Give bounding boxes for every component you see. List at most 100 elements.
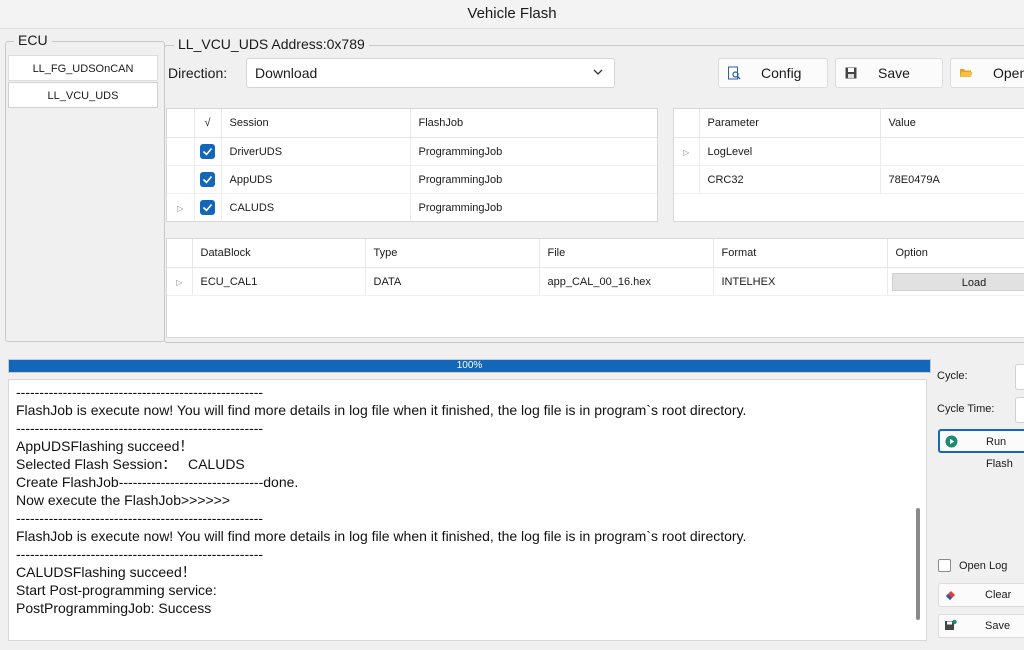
- checkbox-checked-icon: [200, 172, 215, 187]
- row-gutter[interactable]: ▷: [167, 267, 193, 296]
- direction-value: Download: [255, 65, 318, 81]
- file-column-header[interactable]: File: [539, 239, 714, 268]
- parameter-cell: LogLevel: [699, 137, 881, 166]
- check-column-header: √: [194, 109, 222, 138]
- config-label: Config: [761, 65, 802, 81]
- ecu-item-ll-vcu-uds[interactable]: LL_VCU_UDS: [8, 82, 158, 108]
- type-cell: DATA: [365, 267, 540, 296]
- session-checkbox[interactable]: [194, 137, 222, 166]
- value-column-header[interactable]: Value: [880, 109, 1024, 138]
- clear-label: Clear: [985, 589, 1012, 601]
- clear-button[interactable]: Clear: [938, 583, 1024, 607]
- datablock-column-header[interactable]: DataBlock: [192, 239, 366, 268]
- option-column-header[interactable]: Option: [887, 239, 1024, 268]
- table-row[interactable]: ▷ ECU_CAL1 DATA app_CAL_00_16.hex INTELH…: [167, 267, 1024, 296]
- log-line: Now execute the FlashJob>>>>>>: [16, 492, 231, 508]
- log-line: Create FlashJob-------------------------…: [16, 474, 299, 490]
- log-line: ----------------------------------------…: [16, 510, 264, 526]
- flashjob-cell: ProgrammingJob: [410, 137, 657, 166]
- datablock-table-header: DataBlock Type File Format Option: [167, 239, 1024, 268]
- cycle-time-input[interactable]: [1015, 397, 1024, 423]
- cycle-label: Cycle:: [937, 370, 968, 382]
- value-cell[interactable]: [880, 137, 1024, 166]
- table-row[interactable]: DriverUDS ProgrammingJob: [167, 137, 657, 166]
- row-gutter[interactable]: ▷: [167, 193, 195, 221]
- checkbox-checked-icon: [200, 144, 215, 159]
- log-line: FlashJob is execute now! You will find m…: [16, 402, 747, 418]
- value-cell[interactable]: 78E0479A: [880, 165, 1024, 194]
- session-cell: AppUDS: [221, 165, 411, 194]
- config-button[interactable]: Config: [718, 58, 828, 88]
- window-title: Vehicle Flash: [467, 5, 557, 22]
- log-line: ----------------------------------------…: [16, 384, 264, 400]
- save-log-button[interactable]: Save: [938, 614, 1024, 638]
- format-column-header[interactable]: Format: [713, 239, 888, 268]
- flashjob-cell: ProgrammingJob: [410, 193, 657, 221]
- run-flash-button[interactable]: Run Flash: [938, 429, 1024, 470]
- run-flash-label: Run Flash: [986, 436, 1013, 470]
- window-title-bar: Vehicle Flash: [0, 0, 1024, 29]
- row-gutter-header: [167, 239, 193, 268]
- save-icon: [845, 67, 857, 79]
- option-cell: Load: [887, 267, 1024, 296]
- datablock-table: DataBlock Type File Format Option ▷ ECU_…: [166, 238, 1024, 338]
- datablock-cell: ECU_CAL1: [192, 267, 366, 296]
- direction-select[interactable]: Download: [246, 58, 615, 88]
- ecu-group-title: ECU: [14, 32, 52, 48]
- log-line: PostProgrammingJob: Success: [16, 600, 212, 616]
- table-row[interactable]: ▷ CALUDS ProgrammingJob: [167, 193, 657, 221]
- ecu-item-ll-fg-udsoncan[interactable]: LL_FG_UDSOnCAN: [8, 55, 158, 81]
- flash-progress-bar: 100%: [8, 359, 931, 373]
- log-output[interactable]: ----------------------------------------…: [8, 379, 927, 641]
- session-checkbox[interactable]: [194, 165, 222, 194]
- save-log-label: Save: [985, 620, 1011, 632]
- expand-arrow-icon[interactable]: ▷: [176, 278, 182, 287]
- ecu-item-label: LL_VCU_UDS: [47, 90, 119, 102]
- folder-open-icon: [960, 69, 973, 77]
- play-icon: [945, 435, 958, 448]
- log-line: ----------------------------------------…: [16, 420, 264, 436]
- session-cell: CALUDS: [221, 193, 411, 221]
- chevron-down-icon: [593, 69, 603, 75]
- row-gutter: [167, 137, 195, 166]
- cycle-time-label: Cycle Time:: [937, 403, 995, 415]
- flashjob-cell: ProgrammingJob: [410, 165, 657, 194]
- ecu-item-label: LL_FG_UDSOnCAN: [32, 63, 134, 75]
- type-column-header[interactable]: Type: [365, 239, 540, 268]
- config-icon: [728, 66, 741, 80]
- open-log-label: Open Log: [959, 560, 1008, 572]
- parameter-column-header[interactable]: Parameter: [699, 109, 881, 138]
- open-log-checkbox[interactable]: [938, 559, 951, 572]
- parameter-cell: CRC32: [699, 165, 881, 194]
- log-scrollbar[interactable]: [916, 508, 920, 620]
- log-line: ----------------------------------------…: [16, 546, 264, 562]
- open-label: Open: [993, 65, 1024, 81]
- cycle-input[interactable]: [1015, 364, 1024, 390]
- table-row[interactable]: AppUDS ProgrammingJob: [167, 165, 657, 194]
- save-log-icon: [945, 619, 957, 630]
- save-label: Save: [878, 65, 910, 81]
- table-row[interactable]: ▷ LogLevel: [674, 137, 1024, 166]
- address-group-title: LL_VCU_UDS Address:0x789: [174, 36, 369, 52]
- expand-arrow-icon[interactable]: ▷: [683, 148, 689, 157]
- session-column-header[interactable]: Session: [221, 109, 411, 138]
- file-cell: app_CAL_00_16.hex: [539, 267, 714, 296]
- checkbox-checked-icon: [200, 200, 215, 215]
- parameter-table-header: Parameter Value: [674, 109, 1024, 138]
- row-gutter[interactable]: ▷: [674, 137, 700, 166]
- table-row[interactable]: CRC32 78E0479A: [674, 165, 1024, 194]
- flashjob-column-header[interactable]: FlashJob: [410, 109, 657, 138]
- expand-arrow-icon[interactable]: ▷: [177, 204, 183, 213]
- log-line: FlashJob is execute now! You will find m…: [16, 528, 747, 544]
- log-line: CALUDSFlashing succeed！: [16, 564, 196, 580]
- open-button[interactable]: Open: [950, 58, 1024, 88]
- save-button[interactable]: Save: [835, 58, 943, 88]
- log-line: Start Post-programming service:: [16, 582, 217, 598]
- row-gutter-header: [167, 109, 195, 138]
- format-cell: INTELHEX: [713, 267, 888, 296]
- load-button[interactable]: Load: [891, 272, 1024, 291]
- row-gutter: [674, 165, 700, 194]
- session-checkbox[interactable]: [194, 193, 222, 221]
- session-table: √ Session FlashJob DriverUDS Programming…: [166, 108, 658, 222]
- progress-text: 100%: [456, 360, 483, 371]
